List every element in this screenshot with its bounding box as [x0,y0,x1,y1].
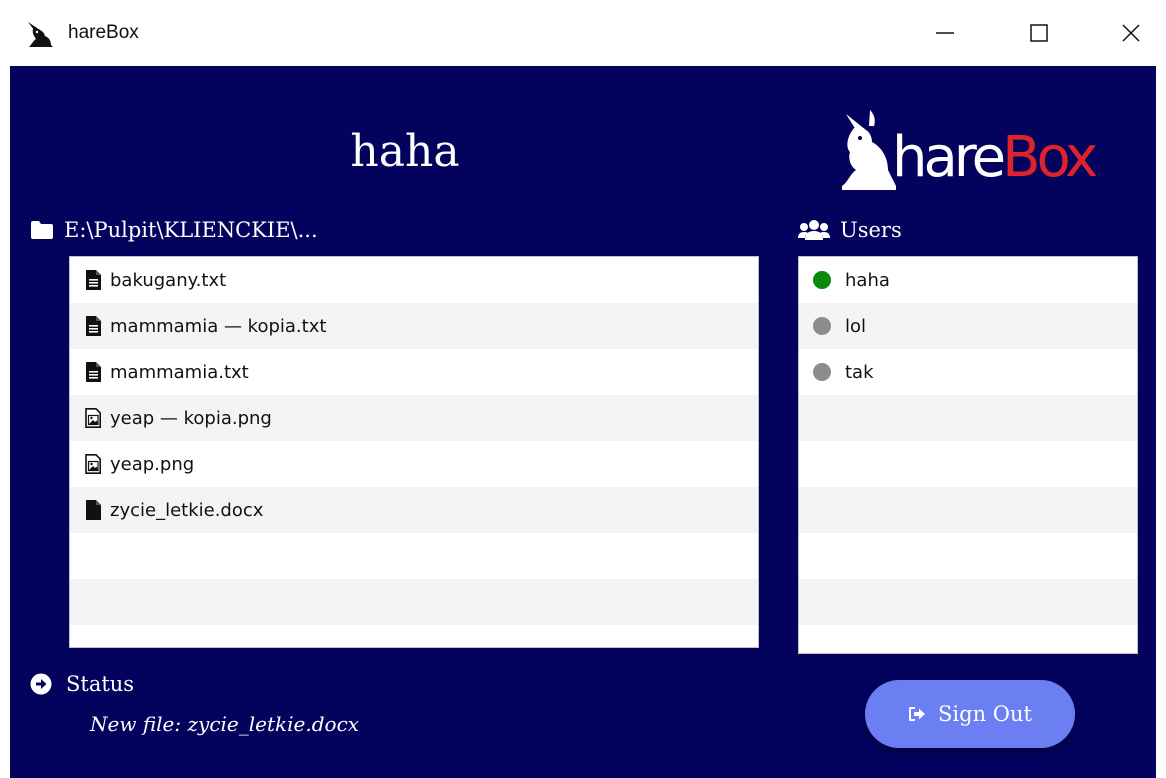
sign-out-button[interactable]: Sign Out [865,680,1075,748]
sign-out-label: Sign Out [938,702,1032,726]
image-file-icon [85,408,101,428]
harebox-logo: hareBox [836,108,1106,198]
user-name: haha [845,269,890,291]
file-name: zycie_letkie.docx [110,499,264,521]
file-name: yeap.png [110,453,195,475]
status-dot-offline [813,317,831,335]
close-button[interactable] [1108,10,1154,56]
hare-logo-icon [842,110,896,190]
title-bar: hareBox [0,0,1166,66]
maximize-icon [1030,24,1048,42]
minimize-icon [936,32,954,34]
list-item-empty [799,579,1137,625]
folder-path-text: E:\Pulpit\KLIENCKIE\... [64,218,318,242]
text-file-icon [86,316,101,336]
list-item[interactable]: yeap.png [70,441,758,487]
list-item-empty [70,533,758,579]
file-name: mammamia — kopia.txt [110,315,327,337]
file-name: yeap — kopia.png [110,407,272,429]
status-heading: Status [30,672,134,696]
logo-text-hare: hare [892,125,1006,190]
window-title: hareBox [68,22,139,43]
list-item-empty [799,441,1137,487]
logo-text-box: Box [1002,125,1098,190]
list-item-empty [799,533,1137,579]
list-item[interactable]: yeap — kopia.png [70,395,758,441]
hare-logo-icon [28,22,53,47]
text-file-icon [86,362,101,382]
arrow-circle-right-icon [30,673,52,695]
file-name: bakugany.txt [110,269,227,291]
list-item[interactable]: lol [799,303,1137,349]
logo-wordmark: hareBox [892,130,1098,186]
users-heading-text: Users [840,218,902,242]
folder-icon [31,221,53,239]
list-item[interactable]: bakugany.txt [70,257,758,303]
list-item-empty [799,625,1137,653]
file-list[interactable]: bakugany.txt mammamia — kopia.txt mammam… [69,256,759,648]
user-name: lol [845,315,867,337]
user-name: tak [845,361,874,383]
status-dot-online [813,271,831,289]
list-item[interactable]: zycie_letkie.docx [70,487,758,533]
list-item[interactable]: tak [799,349,1137,395]
maximize-button[interactable] [1016,10,1062,56]
file-name: mammamia.txt [110,361,249,383]
folder-path: E:\Pulpit\KLIENCKIE\... [30,218,318,242]
close-icon [1122,24,1140,42]
username-heading: haha [350,126,460,177]
list-item-empty [70,625,758,647]
list-item[interactable]: mammamia — kopia.txt [70,303,758,349]
list-item-empty [799,487,1137,533]
list-item-empty [70,579,758,625]
status-message: New file: zycie_letkie.docx [90,712,360,736]
text-file-icon [86,270,101,290]
users-heading: Users [798,218,902,242]
list-item[interactable]: haha [799,257,1137,303]
list-item-empty [799,395,1137,441]
status-heading-text: Status [66,672,135,696]
sign-out-icon [909,707,926,721]
app-client-area: haha hareBox E:\Pulpit\KLIENCKIE\... Use… [10,66,1156,778]
minimize-button[interactable] [922,10,968,56]
image-file-icon [85,454,101,474]
users-icon [798,220,830,240]
status-dot-offline [813,363,831,381]
list-item[interactable]: mammamia.txt [70,349,758,395]
user-list[interactable]: haha lol tak [798,256,1138,654]
file-icon [86,500,101,520]
